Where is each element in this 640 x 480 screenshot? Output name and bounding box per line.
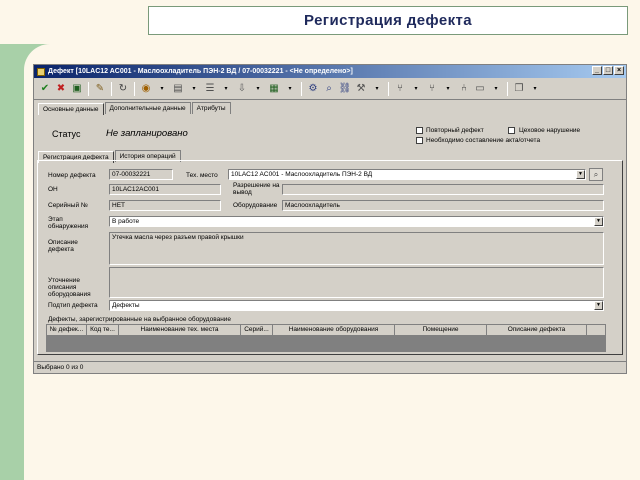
- column-header[interactable]: Помещение: [395, 325, 487, 336]
- registered-defects-table: № дефек... Код те... Наименование тех. м…: [46, 324, 606, 352]
- chevron-down-icon[interactable]: ▾: [441, 82, 455, 96]
- stage-label: Этап обнаружения: [48, 216, 89, 230]
- shop-violation-checkbox[interactable]: [508, 127, 515, 134]
- main-tabs: Основные данные Дополнительные данные Ат…: [34, 102, 626, 115]
- oh-field[interactable]: 10LAC12AC001: [109, 184, 221, 195]
- window-icon[interactable]: ❐: [512, 82, 526, 96]
- window-icon: [37, 67, 45, 76]
- table-header: № дефек... Код те... Наименование тех. м…: [47, 325, 605, 336]
- defect-number-field[interactable]: 07-00032221: [109, 169, 173, 180]
- search-icon[interactable]: ⌕: [322, 82, 336, 96]
- chevron-down-icon[interactable]: ▼: [594, 217, 603, 226]
- minimize-button[interactable]: _: [592, 66, 602, 75]
- tech-place-field[interactable]: 10LAC12 AC001 - Маслоохладитель ПЭН-2 ВД…: [228, 169, 586, 180]
- tech-place-value: 10LAC12 AC001 - Маслоохладитель ПЭН-2 ВД: [231, 171, 373, 178]
- column-header[interactable]: Серий...: [241, 325, 273, 336]
- chevron-down-icon[interactable]: ▾: [283, 82, 297, 96]
- status-bar: Выбрано 0 из 0: [34, 361, 626, 373]
- defect-number-label: Номер дефекта: [48, 172, 96, 179]
- tree-icon[interactable]: ⑂: [393, 82, 407, 96]
- subtype-label: Подтип дефекта: [48, 302, 98, 309]
- description-field[interactable]: Утечка масла через разъем правой крышки: [109, 232, 604, 265]
- save-icon[interactable]: ▣: [70, 82, 84, 96]
- chevron-down-icon[interactable]: ▾: [409, 82, 423, 96]
- window-titlebar[interactable]: Дефект [10LAC12 AC001 - Маслоохладитель …: [34, 65, 626, 78]
- chevron-down-icon[interactable]: ▾: [489, 82, 503, 96]
- document-icon[interactable]: ▤: [171, 82, 185, 96]
- action-icon[interactable]: ◉: [139, 82, 153, 96]
- tab-attributes[interactable]: Атрибуты: [191, 102, 231, 114]
- column-header[interactable]: Наименование оборудования: [273, 325, 395, 336]
- status-value: Не запланировано: [106, 128, 188, 139]
- gear-icon[interactable]: ⚙: [306, 82, 320, 96]
- serial-label: Серийный №: [48, 202, 88, 209]
- chevron-down-icon[interactable]: ▼: [576, 170, 585, 179]
- cancel-icon[interactable]: ✖: [54, 82, 68, 96]
- column-header[interactable]: Описание дефекта: [487, 325, 587, 336]
- description-label: Описание дефекта: [48, 239, 78, 253]
- chevron-down-icon[interactable]: ▾: [370, 82, 384, 96]
- equipment-field[interactable]: Маслоохладитель: [282, 200, 604, 211]
- stage-select[interactable]: В работе ▼: [109, 216, 604, 227]
- subtype-value: Дефекты: [112, 302, 140, 309]
- hierarchy-icon[interactable]: ⑃: [457, 82, 471, 96]
- window-title: Дефект [10LAC12 AC001 - Маслоохладитель …: [48, 68, 353, 75]
- toolbar: ✔ ✖ ▣ ✎ ↻ ◉ ▾ ▤ ▾ ☰ ▾ ⇩ ▾ ▦ ▾ ⚙ ⌕ ⛓ ⚒ ▾ …: [34, 78, 626, 100]
- stage-value: В работе: [112, 218, 140, 225]
- clarify-field[interactable]: [109, 267, 604, 298]
- defect-window: Дефект [10LAC12 AC001 - Маслоохладитель …: [33, 64, 627, 374]
- subtype-select[interactable]: Дефекты ▼: [109, 300, 604, 311]
- tree-icon[interactable]: ⑂: [425, 82, 439, 96]
- permit-field[interactable]: [282, 184, 604, 195]
- serial-field[interactable]: НЕТ: [109, 200, 221, 211]
- tab-additional-data[interactable]: Дополнительные данные: [104, 102, 191, 114]
- edit-icon[interactable]: ✎: [93, 82, 107, 96]
- scrollbar[interactable]: [587, 325, 605, 336]
- print-icon[interactable]: ▦: [267, 82, 281, 96]
- tools-icon[interactable]: ⚒: [354, 82, 368, 96]
- list-icon[interactable]: ☰: [203, 82, 217, 96]
- export-icon[interactable]: ⇩: [235, 82, 249, 96]
- equipment-label: Оборудование: [233, 202, 278, 209]
- maximize-button[interactable]: □: [603, 66, 613, 75]
- check-icon[interactable]: ✔: [38, 82, 52, 96]
- search-icon[interactable]: ⌕: [589, 168, 603, 181]
- column-header[interactable]: Код те...: [87, 325, 119, 336]
- chevron-down-icon[interactable]: ▾: [155, 82, 169, 96]
- chevron-down-icon[interactable]: ▼: [594, 301, 603, 310]
- close-button[interactable]: ×: [614, 66, 624, 75]
- repeat-defect-label: Повторный дефект: [426, 127, 484, 134]
- column-header[interactable]: № дефек...: [47, 325, 87, 336]
- act-required-checkbox[interactable]: [416, 137, 423, 144]
- permit-label: Разрешение на вывод: [233, 182, 280, 196]
- link-icon[interactable]: ⛓: [338, 82, 352, 96]
- tab-main-data[interactable]: Основные данные: [38, 103, 104, 115]
- oh-label: ОН: [48, 186, 58, 193]
- refresh-icon[interactable]: ↻: [116, 82, 130, 96]
- chevron-down-icon[interactable]: ▾: [251, 82, 265, 96]
- tech-place-label: Тех. место: [186, 172, 218, 179]
- chevron-down-icon[interactable]: ▾: [187, 82, 201, 96]
- repeat-defect-checkbox[interactable]: [416, 127, 423, 134]
- status-label: Статус: [52, 129, 81, 139]
- clarify-label: Уточнение описания оборудования: [48, 277, 91, 298]
- column-header[interactable]: Наименование тех. места: [119, 325, 241, 336]
- folder-icon[interactable]: ▭: [473, 82, 487, 96]
- slide-title: Регистрация дефекта: [148, 6, 628, 35]
- chevron-down-icon[interactable]: ▾: [528, 82, 542, 96]
- table-caption: Дефекты, зарегистрированные на выбранное…: [48, 316, 232, 323]
- defect-form-panel: Номер дефекта 07-00032221 Тех. место 10L…: [37, 160, 623, 355]
- chevron-down-icon[interactable]: ▾: [219, 82, 233, 96]
- shop-violation-label: Цеховое нарушение: [519, 127, 581, 134]
- act-required-label: Необходимо составление акта/отчета: [426, 137, 541, 144]
